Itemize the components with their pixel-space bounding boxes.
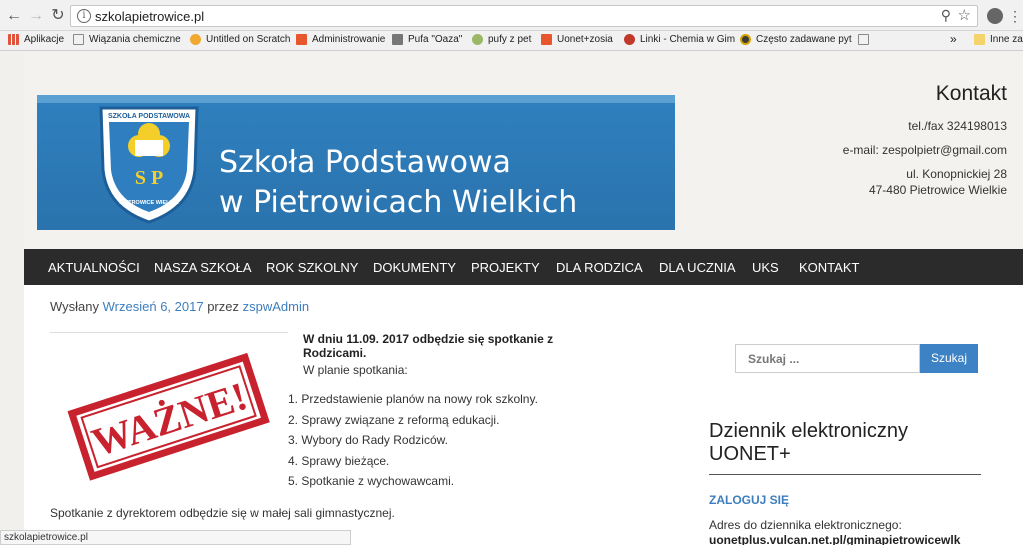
journal-address-link[interactable]: uonetplus.vulcan.net.pl/gminapietrowicew… <box>709 533 960 545</box>
page-icon <box>858 34 869 45</box>
post-meta: Wysłany Wrzesień 6, 2017 przez zspwAdmin <box>50 299 309 314</box>
extension-icon[interactable] <box>987 8 1003 24</box>
list-item: 4. Sprawy bieżące. <box>288 453 390 468</box>
post-author-link[interactable]: zspwAdmin <box>243 299 309 314</box>
logo-side-text: PIETROWICE WIELKIE <box>119 200 179 206</box>
contact-tel: tel./fax 324198013 <box>908 119 1007 133</box>
wazne-stamp-image: WAŻNE! <box>67 352 270 481</box>
list-item: 1. Przedstawienie planów na nowy rok szk… <box>288 392 538 406</box>
nav-item-aktualnosci[interactable]: AKTUALNOŚCI <box>48 260 140 275</box>
nav-item-kontakt[interactable]: KONTAKT <box>799 260 859 275</box>
zoom-icon[interactable]: ⚲ <box>941 7 951 24</box>
nav-item-projekty[interactable]: PROJEKTY <box>471 260 540 275</box>
contact-street: ul. Konopnickiej 28 <box>906 167 1007 181</box>
page-icon <box>73 34 84 45</box>
banner-title-line2: w Pietrowicach Wielkich <box>219 185 578 220</box>
widget-title: Dziennik elektroniczny UONET+ <box>709 420 981 475</box>
search-button[interactable]: Szukaj <box>920 344 978 373</box>
address-url: szkolapietrowice.pl <box>95 9 205 24</box>
divider <box>50 332 288 333</box>
main-nav: AKTUALNOŚCI NASZA SZKOŁA ROK SZKOLNY DOK… <box>24 249 1023 285</box>
plus-icon <box>541 34 552 45</box>
bookmark-item[interactable]: Linki - Chemia w Gim <box>624 34 735 45</box>
folder-icon <box>974 34 985 45</box>
posted-prefix: Wysłany <box>50 299 100 314</box>
bookmarks-more-button[interactable]: » <box>950 32 957 46</box>
post-content: W dniu 11.09. 2017 odbędzie się spotkani… <box>288 332 588 492</box>
bookmark-item[interactable]: pufy z pet <box>472 34 531 45</box>
bookmark-star-icon[interactable]: ☆ <box>958 6 971 24</box>
post-sub: W planie spotkania: <box>303 363 408 377</box>
nav-item-nasza-szkola[interactable]: NASZA SZKOŁA <box>154 260 252 275</box>
login-link[interactable]: ZALOGUJ SIĘ <box>709 493 789 507</box>
browser-toolbar: ← → ↻ i szkolapietrowice.pl ⚲ ☆ ⋮ <box>0 0 1023 31</box>
bookmark-item[interactable]: Uonet+zosia <box>541 34 613 45</box>
bookmark-item[interactable]: Aplikacje <box>8 34 64 45</box>
bookmark-item[interactable]: Administrowanie <box>296 34 385 45</box>
nav-item-dokumenty[interactable]: DOKUMENTY <box>373 260 456 275</box>
nav-item-rok-szkolny[interactable]: ROK SZKOLNY <box>266 260 358 275</box>
list-item: 5. Spotkanie z wychowawcami. <box>288 474 455 488</box>
apps-icon <box>8 34 19 45</box>
bookmark-item[interactable]: Często zadawane pyt <box>740 34 852 45</box>
back-icon[interactable]: ← <box>4 6 24 26</box>
scratch-icon <box>190 34 201 45</box>
leaf-icon <box>472 34 483 45</box>
info-icon[interactable]: i <box>77 9 91 23</box>
post-lead: W dniu 11.09. 2017 odbędzie się spotkani… <box>303 332 554 360</box>
school-logo-icon: S P SZKOŁA PODSTAWOWA PIETROWICE WIELKIE <box>99 106 199 224</box>
forward-icon[interactable]: → <box>26 6 46 26</box>
image-icon <box>392 34 403 45</box>
plus-icon <box>296 34 307 45</box>
bookmark-item[interactable]: Wiązania chemiczne <box>73 34 181 45</box>
site-header: S P SZKOŁA PODSTAWOWA PIETROWICE WIELKIE… <box>24 52 1023 249</box>
link-icon <box>624 34 635 45</box>
list-item: 2. Sprawy związane z reformą edukacji. <box>288 412 500 427</box>
journal-address-label: Adres do dziennika elektronicznego: <box>709 518 902 532</box>
bookmarks-bar: Aplikacje Wiązania chemiczne Untitled on… <box>0 31 1023 51</box>
logo-top-text: SZKOŁA PODSTAWOWA <box>108 113 190 120</box>
reload-icon[interactable]: ↻ <box>48 6 68 26</box>
status-bar: szkolapietrowice.pl <box>0 530 351 545</box>
nav-item-dla-ucznia[interactable]: DLA UCZNIA <box>659 260 736 275</box>
bookmark-item[interactable] <box>858 34 869 45</box>
address-bar[interactable]: i szkolapietrowice.pl ⚲ ☆ <box>70 5 978 27</box>
banner-title-line1: Szkoła Podstawowa <box>219 145 511 180</box>
list-item: 3. Wybory do Rady Rodziców. <box>288 433 448 447</box>
bookmark-item[interactable]: Untitled on Scratch <box>190 34 291 45</box>
contact-email[interactable]: e-mail: zespolpietr@gmail.com <box>843 142 1007 158</box>
faq-icon <box>740 34 751 45</box>
post-date-link[interactable]: Wrzesień 6, 2017 <box>103 299 204 314</box>
contact-title: Kontakt <box>935 82 1007 105</box>
bookmark-item[interactable]: Pufa "Oaza" <box>392 34 462 45</box>
posted-by: przez <box>207 299 239 314</box>
contact-city: 47-480 Pietrowice Wielkie <box>868 183 1007 197</box>
logo-letters: S P <box>135 167 163 189</box>
page: S P SZKOŁA PODSTAWOWA PIETROWICE WIELKIE… <box>24 52 1023 545</box>
agenda-list: 1. Przedstawienie planów na nowy rok szk… <box>288 389 588 492</box>
menu-icon[interactable]: ⋮ <box>1008 8 1023 24</box>
post-note: Spotkanie z dyrektorem odbędzie się w ma… <box>50 506 395 520</box>
contact-box: Kontakt tel./fax 324198013 e-mail: zespo… <box>843 82 1007 206</box>
search-input[interactable]: Szukaj ... <box>735 344 920 373</box>
nav-item-uks[interactable]: UKS <box>752 260 779 275</box>
site-banner[interactable]: S P SZKOŁA PODSTAWOWA PIETROWICE WIELKIE… <box>37 95 675 230</box>
other-bookmarks[interactable]: Inne zak <box>974 34 1023 45</box>
nav-item-dla-rodzica[interactable]: DLA RODZICA <box>556 260 643 275</box>
